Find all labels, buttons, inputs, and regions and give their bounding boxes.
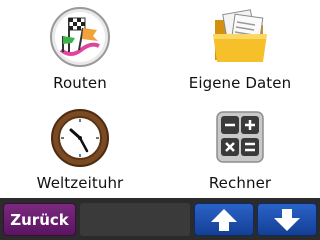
bottom-toolbar: Zurück: [0, 198, 320, 240]
app-menu-grid: Routen Eigene Daten Weltzeituhr Rechner: [0, 0, 320, 198]
toolbar-spacer: [80, 203, 190, 236]
arrow-down-icon: [274, 208, 300, 231]
menu-item-label: Rechner: [208, 174, 272, 192]
menu-item-world-clock[interactable]: Weltzeituhr: [0, 100, 160, 198]
menu-item-my-data[interactable]: Eigene Daten: [160, 0, 320, 100]
menu-item-label: Routen: [53, 74, 107, 92]
calculator-icon: [216, 111, 264, 163]
scroll-down-button[interactable]: [257, 203, 317, 236]
back-button[interactable]: Zurück: [3, 203, 76, 236]
menu-item-routes[interactable]: Routen: [0, 0, 160, 100]
menu-item-calculator[interactable]: Rechner: [160, 100, 320, 198]
routes-flags-icon: [50, 7, 110, 67]
menu-item-label: Eigene Daten: [188, 74, 292, 92]
world-clock-icon: [51, 109, 109, 167]
arrow-up-icon: [211, 208, 237, 231]
folder-icon: [213, 9, 267, 62]
menu-item-label: Weltzeituhr: [36, 174, 124, 192]
scroll-up-button[interactable]: [194, 203, 254, 236]
